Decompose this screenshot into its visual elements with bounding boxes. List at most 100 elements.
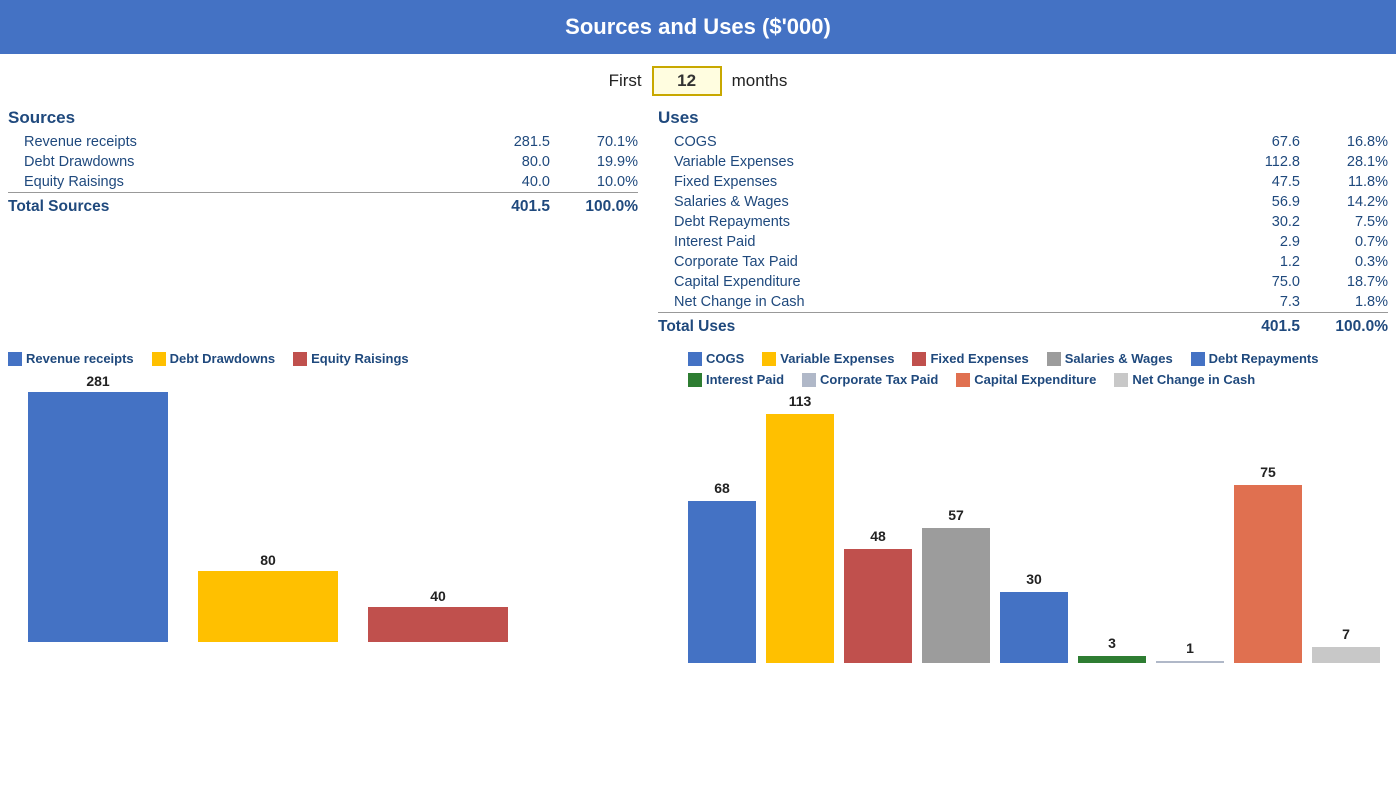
legend-label: Net Change in Cash <box>1132 372 1255 387</box>
sources-row: Debt Drawdowns 80.0 19.9% <box>8 152 638 172</box>
uses-total-pct: 100.0% <box>1308 318 1388 336</box>
bar-group: 80 <box>198 372 338 642</box>
uses-total-value: 401.5 <box>1228 318 1308 336</box>
bar-label: 7 <box>1342 626 1350 642</box>
legend-label: Fixed Expenses <box>930 351 1028 366</box>
legend-item: Salaries & Wages <box>1047 351 1173 366</box>
row-pct: 1.8% <box>1308 294 1388 310</box>
row-value: 2.9 <box>1228 234 1308 250</box>
row-pct: 0.7% <box>1308 234 1388 250</box>
bar-label: 113 <box>789 393 812 409</box>
sources-total-row: Total Sources 401.5 100.0% <box>8 192 638 221</box>
bar <box>1078 656 1146 663</box>
bar-group: 57 <box>922 393 990 663</box>
legend-color-box <box>1191 352 1205 366</box>
uses-rows: COGS 67.6 16.8%Variable Expenses 112.8 2… <box>658 132 1388 312</box>
sources-row: Revenue receipts 281.5 70.1% <box>8 132 638 152</box>
bar <box>766 414 834 663</box>
sources-total-label: Total Sources <box>8 198 478 216</box>
bar <box>368 607 508 642</box>
legend-label: Debt Repayments <box>1209 351 1319 366</box>
bar-label: 57 <box>948 507 964 523</box>
legend-left: Revenue receiptsDebt DrawdownsEquity Rai… <box>8 351 688 366</box>
row-value: 112.8 <box>1228 154 1308 170</box>
bar <box>688 501 756 663</box>
row-value: 7.3 <box>1228 294 1308 310</box>
legend-item: Variable Expenses <box>762 351 894 366</box>
row-value: 40.0 <box>478 174 558 190</box>
months-row: First months <box>0 54 1396 104</box>
row-value: 80.0 <box>478 154 558 170</box>
legend-item: Debt Repayments <box>1191 351 1319 366</box>
bar-group: 281 <box>28 372 168 642</box>
bar-group: 3 <box>1078 393 1146 663</box>
legend-label: Salaries & Wages <box>1065 351 1173 366</box>
uses-row: Salaries & Wages 56.9 14.2% <box>658 192 1388 212</box>
legend-color-box <box>293 352 307 366</box>
legend-color-box <box>8 352 22 366</box>
bar-label: 68 <box>714 480 730 496</box>
sources-total-value: 401.5 <box>478 198 558 216</box>
bar <box>1156 661 1224 663</box>
legend-item: Fixed Expenses <box>912 351 1028 366</box>
uses-row: Variable Expenses 112.8 28.1% <box>658 152 1388 172</box>
legend-color-box <box>956 373 970 387</box>
uses-row: Fixed Expenses 47.5 11.8% <box>658 172 1388 192</box>
bar-group: 75 <box>1234 393 1302 663</box>
row-label: Revenue receipts <box>24 134 478 150</box>
row-pct: 0.3% <box>1308 254 1388 270</box>
legend-item: Interest Paid <box>688 372 784 387</box>
row-pct: 7.5% <box>1308 214 1388 230</box>
legend-label: COGS <box>706 351 744 366</box>
legend-color-box <box>688 373 702 387</box>
uses-row: Corporate Tax Paid 1.2 0.3% <box>658 252 1388 272</box>
bar-group: 7 <box>1312 393 1380 663</box>
legend-item: Debt Drawdowns <box>152 351 275 366</box>
row-pct: 70.1% <box>558 134 638 150</box>
row-label: Debt Repayments <box>674 214 1228 230</box>
bar-label: 48 <box>870 528 886 544</box>
bar <box>922 528 990 663</box>
bar <box>198 571 338 642</box>
bar <box>1234 485 1302 663</box>
bar <box>1000 592 1068 663</box>
row-pct: 14.2% <box>1308 194 1388 210</box>
row-pct: 28.1% <box>1308 154 1388 170</box>
row-value: 75.0 <box>1228 274 1308 290</box>
legend-label: Revenue receipts <box>26 351 134 366</box>
bar-label: 75 <box>1260 464 1276 480</box>
page-title: Sources and Uses ($'000) <box>0 0 1396 54</box>
uses-row: Debt Repayments 30.2 7.5% <box>658 212 1388 232</box>
row-value: 281.5 <box>478 134 558 150</box>
row-pct: 11.8% <box>1308 174 1388 190</box>
legend-label: Debt Drawdowns <box>170 351 275 366</box>
legend-label: Interest Paid <box>706 372 784 387</box>
sources-total-pct: 100.0% <box>558 198 638 216</box>
sources-row: Equity Raisings 40.0 10.0% <box>8 172 638 192</box>
sources-rows: Revenue receipts 281.5 70.1%Debt Drawdow… <box>8 132 638 192</box>
bar-group: 113 <box>766 393 834 663</box>
bar-group: 68 <box>688 393 756 663</box>
bar <box>28 392 168 642</box>
months-input[interactable] <box>652 66 722 96</box>
bar-label: 3 <box>1108 635 1116 651</box>
uses-total-label: Total Uses <box>658 318 1228 336</box>
row-label: COGS <box>674 134 1228 150</box>
legend-color-box <box>912 352 926 366</box>
row-value: 30.2 <box>1228 214 1308 230</box>
row-pct: 19.9% <box>558 154 638 170</box>
row-label: Debt Drawdowns <box>24 154 478 170</box>
legend-label: Variable Expenses <box>780 351 894 366</box>
row-value: 67.6 <box>1228 134 1308 150</box>
row-label: Interest Paid <box>674 234 1228 250</box>
bar-chart-left: 281 80 40 <box>8 372 688 642</box>
legend-item: Revenue receipts <box>8 351 134 366</box>
row-label: Fixed Expenses <box>674 174 1228 190</box>
sources-column: Sources Revenue receipts 281.5 70.1%Debt… <box>8 104 648 341</box>
bar-label: 1 <box>1186 640 1194 656</box>
legend-color-box <box>152 352 166 366</box>
legend-item: Net Change in Cash <box>1114 372 1255 387</box>
bar-label: 40 <box>430 588 446 604</box>
row-pct: 18.7% <box>1308 274 1388 290</box>
row-value: 47.5 <box>1228 174 1308 190</box>
